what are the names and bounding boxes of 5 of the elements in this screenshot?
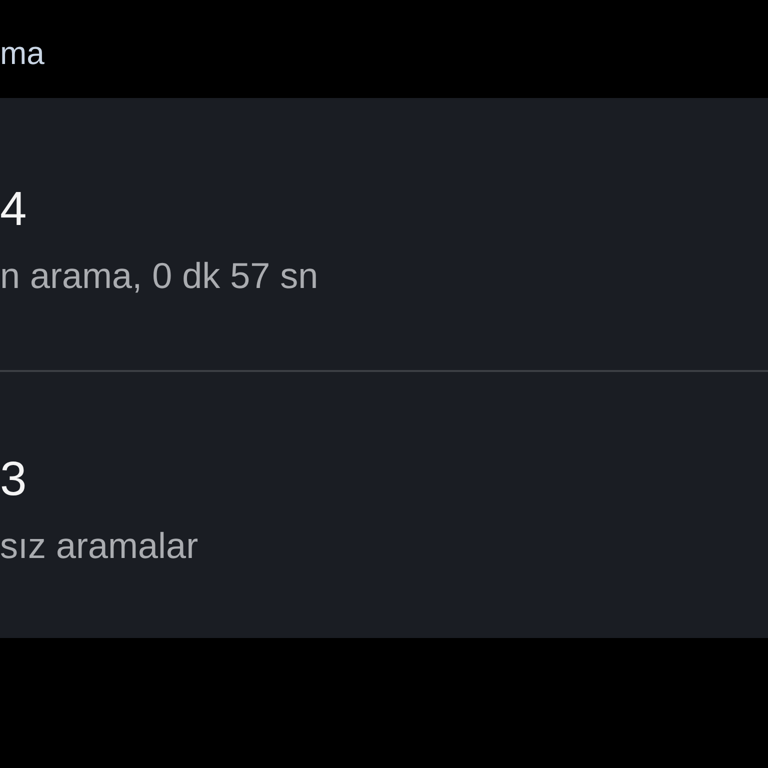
call-summary: n arama, 0 dk 57 sn <box>0 254 318 298</box>
call-summary: sız aramalar <box>0 524 198 568</box>
header-title: ma <box>0 34 44 72</box>
call-count: 4 <box>0 186 27 234</box>
call-count: 3 <box>0 456 27 504</box>
